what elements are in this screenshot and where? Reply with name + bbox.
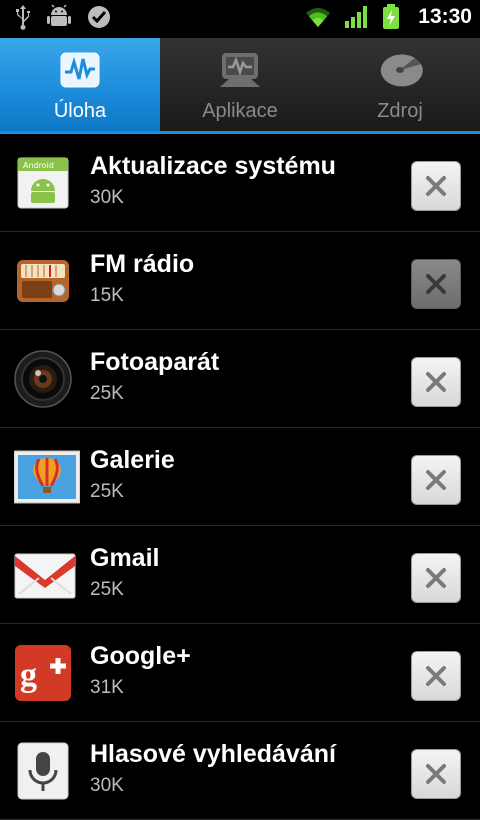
usb-icon [14, 4, 32, 30]
gallery-icon [13, 448, 81, 506]
signal-icon [344, 5, 370, 29]
close-icon [426, 274, 446, 294]
tab-label: Aplikace [202, 100, 278, 122]
task-list: Android Aktualizace systému 30K FM rádio… [0, 134, 480, 820]
camera-icon [14, 350, 72, 408]
tab-label: Zdroj [377, 100, 423, 122]
fm-radio-icon [14, 252, 72, 310]
close-task-button[interactable] [411, 357, 461, 407]
list-item[interactable]: Android Aktualizace systému 30K [0, 134, 480, 232]
skype-icon [86, 4, 112, 30]
list-item[interactable]: Galerie 25K [0, 428, 480, 526]
tab-uloha[interactable]: Úloha [0, 38, 160, 131]
app-name: Aktualizace systému [90, 152, 336, 180]
close-icon [426, 666, 446, 686]
close-icon [426, 176, 446, 196]
voice-search-icon [14, 742, 72, 800]
list-item[interactable]: Fotoaparát 25K [0, 330, 480, 428]
status-bar: 13:30 [0, 0, 480, 38]
tab-bar: Úloha Aplikace Zdroj [0, 38, 480, 131]
tab-aplikace[interactable]: Aplikace [160, 38, 320, 131]
close-icon [426, 568, 446, 588]
close-task-button[interactable] [411, 259, 461, 309]
tab-zdroj[interactable]: Zdroj [320, 38, 480, 131]
tab-label: Úloha [53, 100, 107, 122]
close-icon [426, 470, 446, 490]
close-task-button[interactable] [411, 553, 461, 603]
svg-text:g: g [20, 657, 37, 694]
app-size: 30K [90, 187, 124, 208]
app-name: Hlasové vyhledávání [90, 740, 336, 768]
close-task-button[interactable] [411, 455, 461, 505]
app-name: Gmail [90, 544, 160, 572]
app-name: Google+ [90, 642, 191, 670]
app-size: 25K [90, 383, 124, 404]
list-item[interactable]: g Google+ 31K [0, 624, 480, 722]
battery-charging-icon [382, 4, 400, 30]
list-item[interactable]: Gmail 25K [0, 526, 480, 624]
list-item[interactable]: FM rádio 15K [0, 232, 480, 330]
app-size: 30K [90, 775, 124, 796]
app-name: FM rádio [90, 250, 195, 278]
close-icon [426, 764, 446, 784]
activity-monitor-icon [60, 52, 100, 88]
close-task-button[interactable] [411, 749, 461, 799]
app-size: 25K [90, 481, 124, 502]
app-name: Galerie [90, 446, 175, 474]
system-update-icon: Android [14, 154, 72, 212]
list-item[interactable]: Hlasové vyhledávání 30K [0, 722, 480, 820]
android-debug-icon [46, 4, 72, 30]
status-time: 13:30 [418, 5, 472, 28]
app-size: 15K [90, 285, 124, 306]
apps-monitor-icon [219, 52, 261, 88]
gmail-icon [14, 546, 76, 604]
svg-text:Android: Android [23, 161, 54, 170]
close-task-button[interactable] [411, 161, 461, 211]
close-icon [426, 372, 446, 392]
close-task-button[interactable] [411, 651, 461, 701]
google-plus-icon: g [14, 644, 72, 702]
pie-chart-icon [377, 52, 423, 88]
app-name: Fotoaparát [90, 348, 220, 376]
app-size: 31K [90, 677, 124, 698]
wifi-icon [304, 5, 332, 29]
app-size: 25K [90, 579, 124, 600]
